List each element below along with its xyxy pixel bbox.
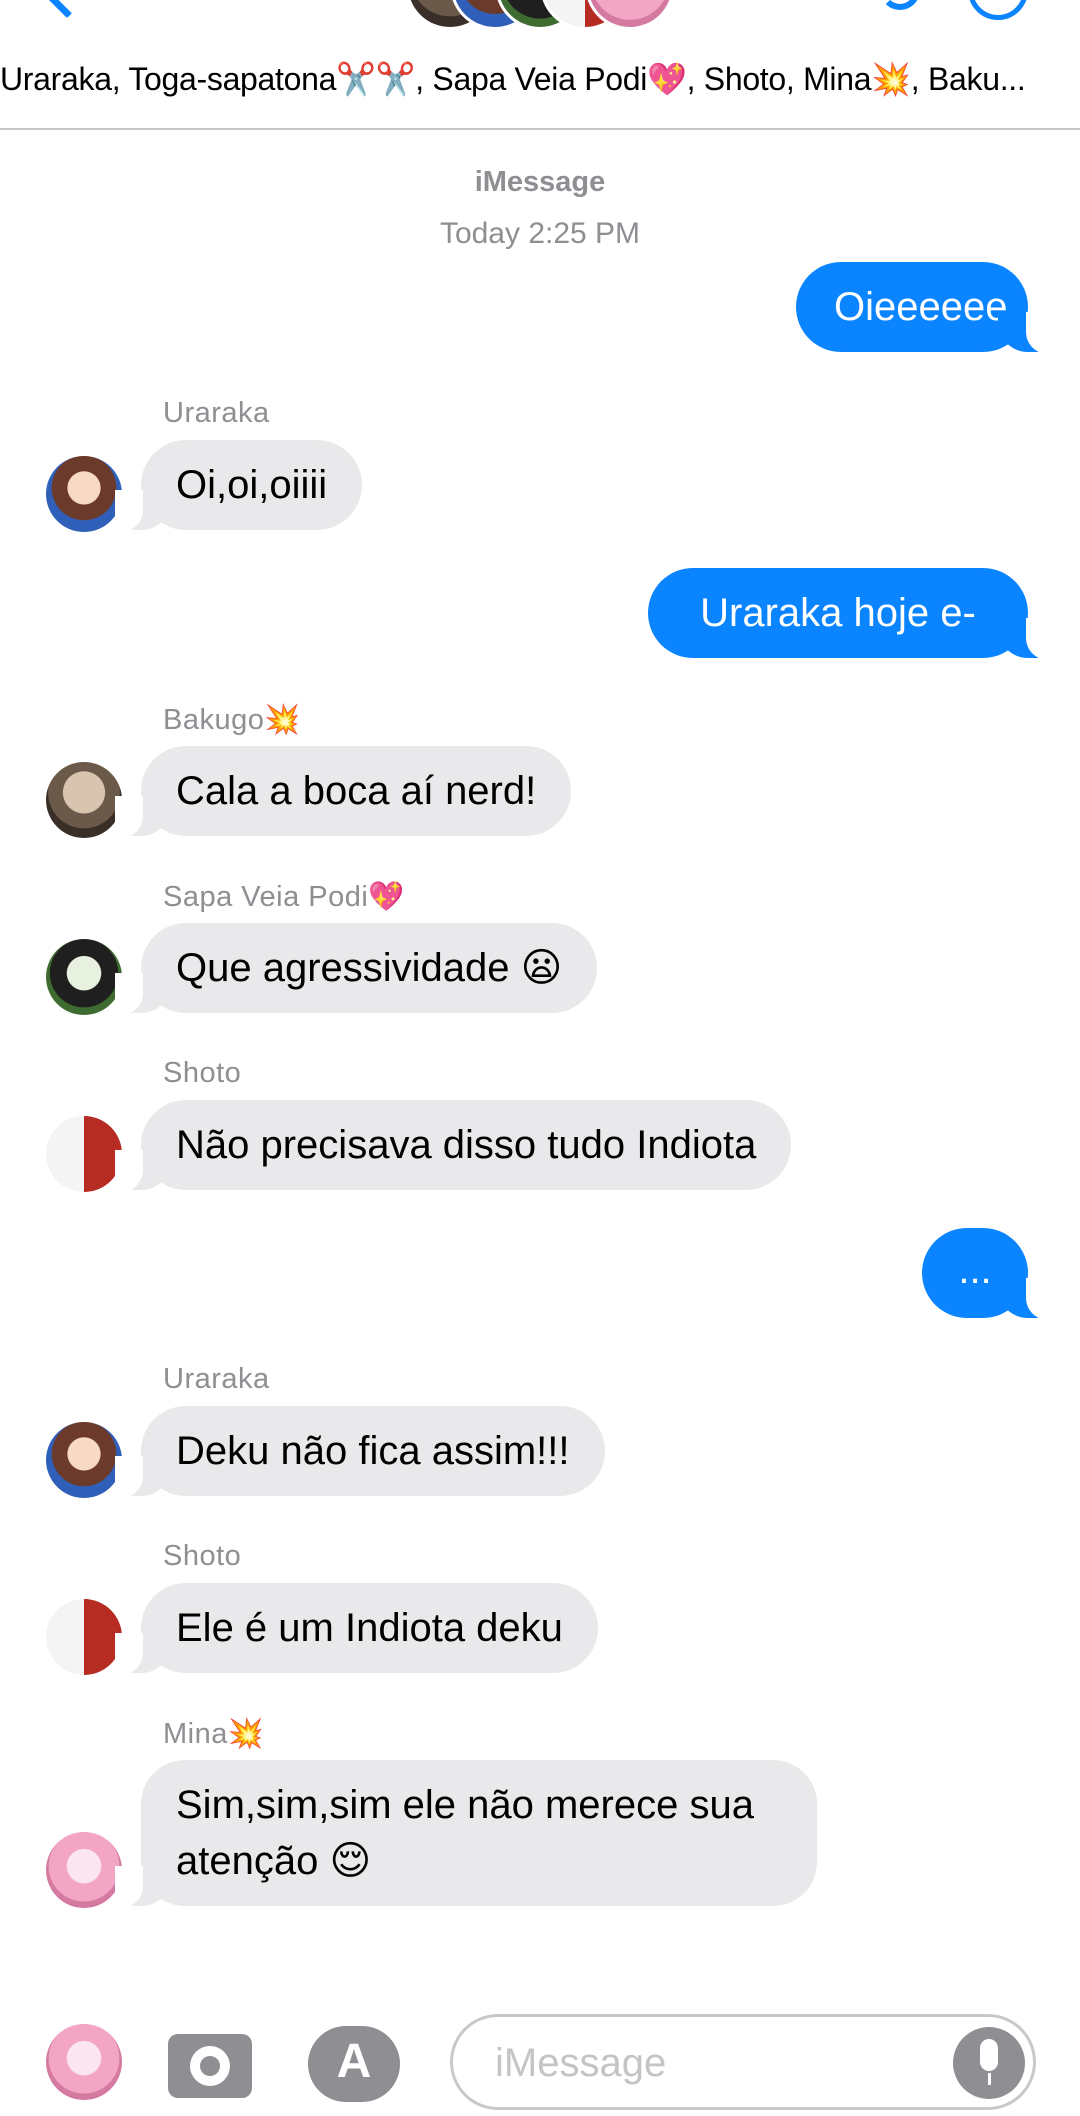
group-names[interactable]: Uraraka, Toga-sapatona✂️✂️, Sapa Veia Po… (0, 60, 1080, 104)
appstore-glyph: A (336, 2035, 372, 2088)
message-input[interactable]: iMessage (450, 2014, 1036, 2110)
incoming-message-bubble[interactable]: Oi,oi,oiiii (114, 440, 363, 532)
incoming-message-bubble[interactable]: Que agressividade 😦 (114, 923, 598, 1015)
message-line: atenção 😌 (176, 1839, 372, 1883)
outgoing-message-bubble[interactable]: Uraraka hoje e- (648, 568, 1054, 660)
timestamp: Today 2:25 PM (439, 217, 641, 250)
my-avatar[interactable] (46, 2024, 122, 2100)
sender-name: Mina💥 (163, 1718, 265, 1750)
avatar[interactable] (46, 1599, 122, 1675)
appstore-icon[interactable]: A (308, 2026, 400, 2102)
incoming-message-bubble[interactable]: Não precisava disso tudo Indiota (114, 1100, 792, 1192)
group-avatar-stack[interactable] (405, 0, 675, 32)
sender-name: Shoto (163, 1057, 242, 1089)
incoming-message-bubble[interactable]: Deku não fica assim!!! (115, 1406, 605, 1498)
sender-name: Bakugo💥 (163, 704, 301, 736)
incoming-message-bubble[interactable]: Cala a boca aí nerd! (114, 746, 572, 838)
outgoing-message-bubble[interactable]: Oieeeeee (796, 262, 1054, 354)
camera-icon[interactable] (168, 2034, 252, 2098)
microphone-icon[interactable] (953, 2027, 1025, 2099)
avatar[interactable] (46, 1116, 122, 1192)
avatar[interactable] (46, 456, 122, 532)
info-icon[interactable] (968, 0, 1028, 20)
back-chevron-icon[interactable] (45, 0, 89, 19)
sender-name: Shoto (163, 1540, 242, 1572)
avatar[interactable] (46, 939, 122, 1015)
avatar[interactable] (46, 762, 122, 838)
sender-name: Sapa Veia Podi💖 (163, 881, 405, 913)
service-label: iMessage (474, 166, 606, 198)
outgoing-message-bubble[interactable]: ... (922, 1228, 1054, 1320)
message-input-placeholder: iMessage (495, 2041, 667, 2085)
incoming-message-bubble[interactable]: Sim,sim,sim ele não merece sua atenção 😌 (115, 1760, 817, 1908)
phone-icon[interactable] (880, 0, 920, 10)
conversation-header: Uraraka, Toga-sapatona✂️✂️, Sapa Veia Po… (0, 0, 1080, 130)
avatar[interactable] (46, 1422, 122, 1498)
sender-name: Uraraka (163, 1363, 270, 1395)
incoming-message-bubble[interactable]: Ele é um Indiota deku (115, 1583, 598, 1675)
message-line: Sim,sim,sim ele não merece sua (176, 1783, 754, 1827)
sender-name: Uraraka (163, 397, 270, 429)
avatar[interactable] (46, 1832, 122, 1908)
